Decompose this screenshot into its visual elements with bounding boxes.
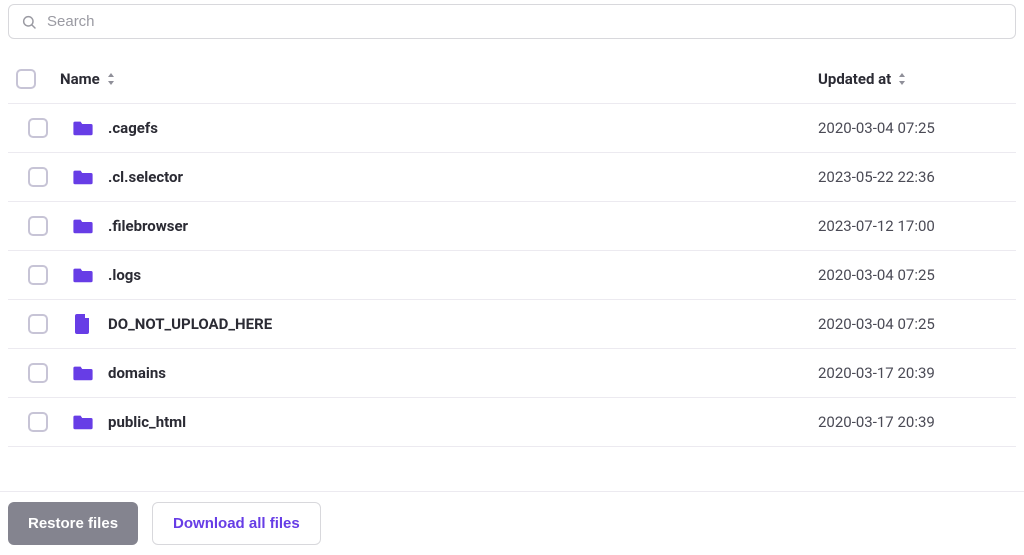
table-row[interactable]: .cagefs 2020-03-04 07:25 xyxy=(8,104,1016,153)
row-name-label: .filebrowser xyxy=(108,217,188,235)
folder-icon xyxy=(72,414,94,430)
sort-icon xyxy=(106,73,116,85)
table-row[interactable]: DO_NOT_UPLOAD_HERE 2020-03-04 07:25 xyxy=(8,300,1016,349)
column-header-updated[interactable]: Updated at xyxy=(818,70,1008,88)
row-updated-label: 2020-03-04 07:25 xyxy=(818,266,935,284)
row-name-cell[interactable]: public_html xyxy=(72,413,818,431)
search-icon xyxy=(21,14,37,30)
row-checkbox-cell xyxy=(28,118,72,138)
row-updated-cell: 2023-07-12 17:00 xyxy=(818,217,1008,235)
row-name-cell[interactable]: .logs xyxy=(72,266,818,284)
row-updated-label: 2020-03-17 20:39 xyxy=(818,413,935,431)
table-row[interactable]: public_html 2020-03-17 20:39 xyxy=(8,398,1016,447)
row-updated-cell: 2020-03-04 07:25 xyxy=(818,119,1008,137)
row-checkbox[interactable] xyxy=(28,314,48,334)
folder-icon xyxy=(72,365,94,381)
restore-files-button[interactable]: Restore files xyxy=(8,502,138,545)
file-icon xyxy=(72,314,94,334)
table-row[interactable]: .cl.selector 2023-05-22 22:36 xyxy=(8,153,1016,202)
row-checkbox[interactable] xyxy=(28,216,48,236)
row-name-label: .logs xyxy=(108,266,141,284)
row-checkbox[interactable] xyxy=(28,167,48,187)
row-name-label: domains xyxy=(108,364,166,382)
table-header-row: Name Updated at xyxy=(8,55,1016,104)
row-checkbox[interactable] xyxy=(28,412,48,432)
header-checkbox-cell xyxy=(16,69,60,89)
row-checkbox-cell xyxy=(28,412,72,432)
column-header-name[interactable]: Name xyxy=(60,70,818,88)
row-updated-cell: 2020-03-04 07:25 xyxy=(818,315,1008,333)
row-updated-cell: 2023-05-22 22:36 xyxy=(818,168,1008,186)
row-name-cell[interactable]: .cl.selector xyxy=(72,168,818,186)
row-checkbox[interactable] xyxy=(28,118,48,138)
table-row[interactable]: domains 2020-03-17 20:39 xyxy=(8,349,1016,398)
table-row[interactable]: .filebrowser 2023-07-12 17:00 xyxy=(8,202,1016,251)
search-bar[interactable] xyxy=(8,4,1016,39)
column-header-name-label: Name xyxy=(60,70,100,88)
row-name-label: DO_NOT_UPLOAD_HERE xyxy=(108,315,272,333)
row-name-cell[interactable]: DO_NOT_UPLOAD_HERE xyxy=(72,314,818,334)
row-updated-label: 2023-07-12 17:00 xyxy=(818,217,935,235)
row-updated-label: 2023-05-22 22:36 xyxy=(818,168,935,186)
search-input[interactable] xyxy=(47,13,1003,30)
row-checkbox[interactable] xyxy=(28,363,48,383)
row-checkbox[interactable] xyxy=(28,265,48,285)
row-name-cell[interactable]: domains xyxy=(72,364,818,382)
folder-icon xyxy=(72,169,94,185)
row-name-cell[interactable]: .filebrowser xyxy=(72,217,818,235)
folder-icon xyxy=(72,218,94,234)
row-checkbox-cell xyxy=(28,265,72,285)
row-name-label: .cagefs xyxy=(108,119,158,137)
row-name-label: .cl.selector xyxy=(108,168,183,186)
row-updated-label: 2020-03-04 07:25 xyxy=(818,119,935,137)
row-updated-label: 2020-03-04 07:25 xyxy=(818,315,935,333)
folder-icon xyxy=(72,267,94,283)
row-checkbox-cell xyxy=(28,363,72,383)
select-all-checkbox[interactable] xyxy=(16,69,36,89)
download-all-files-button[interactable]: Download all files xyxy=(152,502,321,545)
row-checkbox-cell xyxy=(28,216,72,236)
file-table: Name Updated at . xyxy=(8,55,1016,447)
column-header-updated-label: Updated at xyxy=(818,70,891,88)
sort-icon xyxy=(897,73,907,85)
row-updated-label: 2020-03-17 20:39 xyxy=(818,364,935,382)
row-name-cell[interactable]: .cagefs xyxy=(72,119,818,137)
table-body: .cagefs 2020-03-04 07:25 .cl.selector 2023-… xyxy=(8,104,1016,447)
row-checkbox-cell xyxy=(28,167,72,187)
row-updated-cell: 2020-03-17 20:39 xyxy=(818,413,1008,431)
row-updated-cell: 2020-03-04 07:25 xyxy=(818,266,1008,284)
row-checkbox-cell xyxy=(28,314,72,334)
row-updated-cell: 2020-03-17 20:39 xyxy=(818,364,1008,382)
footer-toolbar: Restore files Download all files xyxy=(0,491,1024,555)
table-row[interactable]: .logs 2020-03-04 07:25 xyxy=(8,251,1016,300)
folder-icon xyxy=(72,120,94,136)
row-name-label: public_html xyxy=(108,413,186,431)
